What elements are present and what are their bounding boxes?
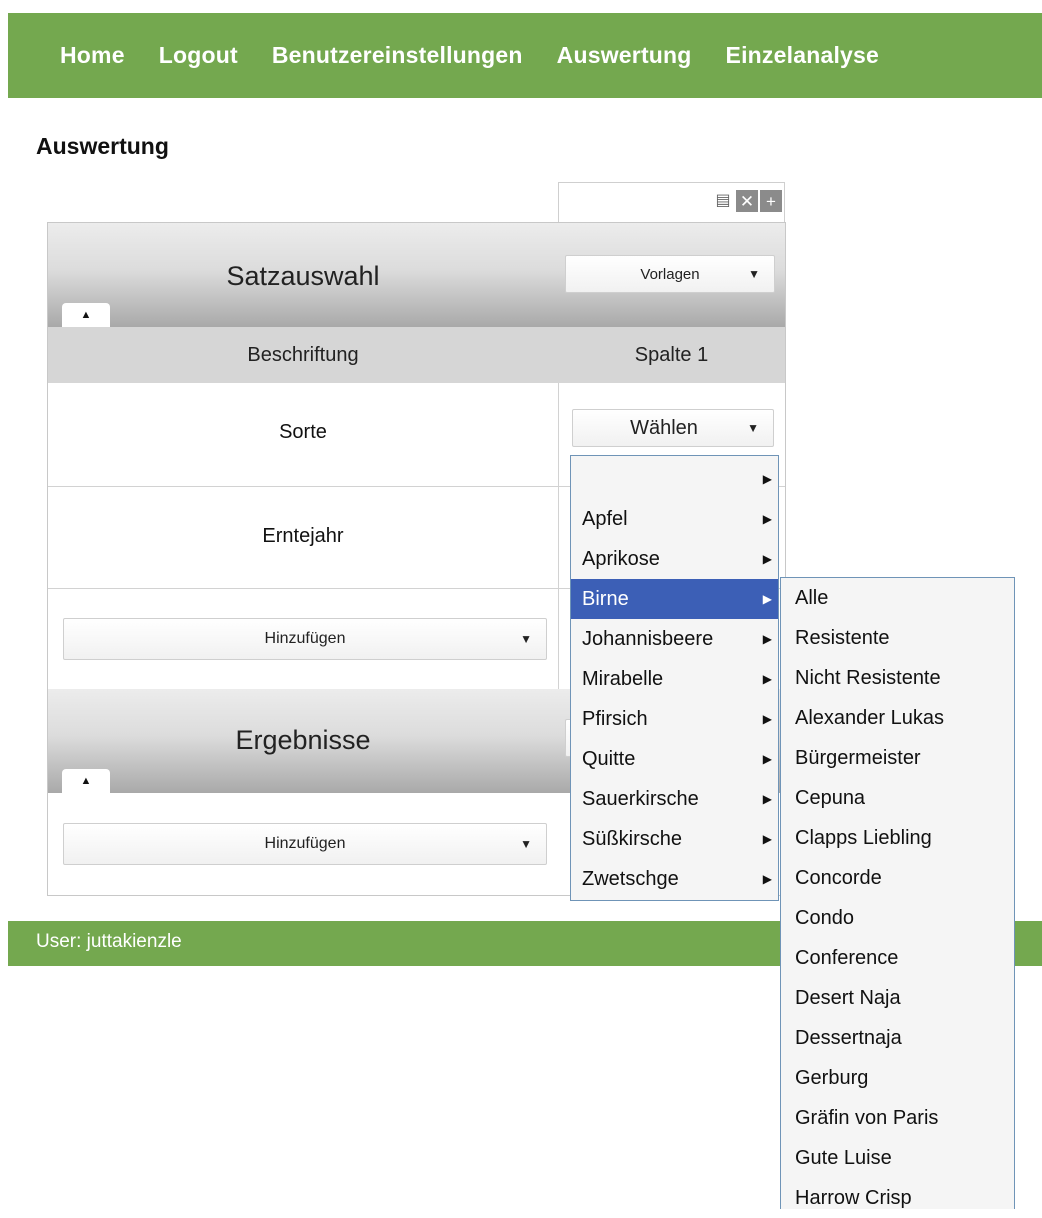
menu-item-suesskirsche[interactable]: Süßkirsche ▶ [571, 819, 778, 859]
menu-item-empty[interactable]: ▶ [571, 459, 778, 499]
chevron-down-icon: ▼ [748, 267, 760, 281]
caret-right-icon: ▶ [762, 792, 772, 806]
chevron-down-icon: ▼ [747, 421, 759, 435]
nav-einzelanalyse-link[interactable]: Einzelanalyse [726, 42, 879, 69]
submenu-item[interactable]: Condo [781, 898, 1014, 938]
footer-user: User: juttakienzle [36, 931, 182, 952]
caret-right-icon: ▶ [762, 512, 772, 526]
menu-item-zwetschge[interactable]: Zwetschge ▶ [571, 859, 778, 899]
add-label: Hinzufügen [264, 835, 346, 852]
chevron-down-icon: ▼ [520, 632, 532, 646]
satzauswahl-collapse-button[interactable]: ▲ [62, 303, 110, 327]
submenu-item[interactable]: Desert Naja [781, 978, 1014, 1018]
caret-right-icon: ▶ [762, 872, 772, 886]
submenu-item[interactable]: Resistente [781, 618, 1014, 658]
submenu-item[interactable]: Alle [781, 578, 1014, 618]
row-label-sorte: Sorte [279, 421, 327, 443]
caret-right-icon: ▶ [762, 832, 772, 846]
list-icon[interactable]: ▤ [712, 190, 734, 212]
menu-item-aprikose[interactable]: Aprikose ▶ [571, 539, 778, 579]
submenu-item[interactable]: Bürgermeister [781, 738, 1014, 778]
variety-submenu: Alle Resistente Nicht Resistente Alexand… [780, 577, 1015, 1209]
nav-home-link[interactable]: Home [60, 42, 125, 69]
menu-item-birne[interactable]: Birne ▶ [571, 579, 778, 619]
submenu-item[interactable]: Dessertnaja [781, 1018, 1014, 1058]
nav-settings-link[interactable]: Benutzereinstellungen [272, 42, 523, 69]
col-beschriftung: Beschriftung [247, 344, 359, 366]
sorte-select-value: Wählen [630, 416, 698, 439]
caret-right-icon: ▶ [762, 672, 772, 686]
sorte-select[interactable]: Wählen ▼ [572, 409, 774, 447]
vorlagen-label: Vorlagen [640, 265, 700, 283]
submenu-item[interactable]: Alexander Lukas [781, 698, 1014, 738]
add-label: Hinzufügen [264, 630, 346, 647]
ergebnisse-title: Ergebnisse [235, 725, 371, 755]
nav-logout-link[interactable]: Logout [159, 42, 238, 69]
ergebnisse-collapse-button[interactable]: ▲ [62, 769, 110, 793]
caret-right-icon: ▶ [762, 712, 772, 726]
satzauswahl-title: Satzauswahl [226, 261, 380, 291]
caret-right-icon: ▶ [762, 552, 772, 566]
submenu-item[interactable]: Nicht Resistente [781, 658, 1014, 698]
chevron-up-icon: ▲ [80, 775, 92, 787]
submenu-item[interactable]: Clapps Liebling [781, 818, 1014, 858]
caret-right-icon: ▶ [762, 752, 772, 766]
menu-item-mirabelle[interactable]: Mirabelle ▶ [571, 659, 778, 699]
caret-right-icon: ▶ [762, 472, 772, 486]
plus-icon[interactable]: + [760, 190, 782, 212]
caret-right-icon: ▶ [762, 592, 772, 606]
caret-right-icon: ▶ [762, 632, 772, 646]
menu-item-sauerkirsche[interactable]: Sauerkirsche ▶ [571, 779, 778, 819]
column-toolbox: ▤ ✕ + [558, 182, 785, 223]
submenu-item[interactable]: Gute Luise [781, 1138, 1014, 1178]
submenu-item[interactable]: Cepuna [781, 778, 1014, 818]
vorlagen-dropdown[interactable]: Vorlagen ▼ [565, 255, 775, 293]
nav-auswertung-link[interactable]: Auswertung [557, 42, 692, 69]
menu-item-johannisbeere[interactable]: Johannisbeere ▶ [571, 619, 778, 659]
submenu-item[interactable]: Gerburg [781, 1058, 1014, 1098]
fruit-menu: ▶ Apfel ▶ Aprikose ▶ Birne ▶ Johannisbeere ▶… [570, 455, 779, 901]
submenu-item[interactable]: Gräfin von Paris [781, 1098, 1014, 1138]
chevron-up-icon: ▲ [80, 309, 92, 321]
col-spalte-1: Spalte 1 [634, 344, 709, 366]
satzauswahl-add-dropdown[interactable]: Hinzufügen ▼ [63, 618, 547, 660]
close-icon[interactable]: ✕ [736, 190, 758, 212]
top-nav: Home Logout Benutzereinstellungen Auswer… [8, 13, 1042, 98]
chevron-down-icon: ▼ [520, 837, 532, 851]
menu-item-apfel[interactable]: Apfel ▶ [571, 499, 778, 539]
column-header-row: Beschriftung Spalte 1 [48, 327, 785, 383]
submenu-item[interactable]: Concorde [781, 858, 1014, 898]
menu-item-pfirsich[interactable]: Pfirsich ▶ [571, 699, 778, 739]
submenu-item[interactable]: Conference [781, 938, 1014, 978]
satzauswahl-header: Satzauswahl Vorlagen ▼ ▲ [48, 223, 785, 327]
row-label-erntejahr: Erntejahr [262, 525, 344, 547]
menu-item-quitte[interactable]: Quitte ▶ [571, 739, 778, 779]
page-title: Auswertung [36, 133, 169, 159]
ergebnisse-add-dropdown[interactable]: Hinzufügen ▼ [63, 823, 547, 865]
submenu-item[interactable]: Harrow Crisp [781, 1178, 1014, 1218]
